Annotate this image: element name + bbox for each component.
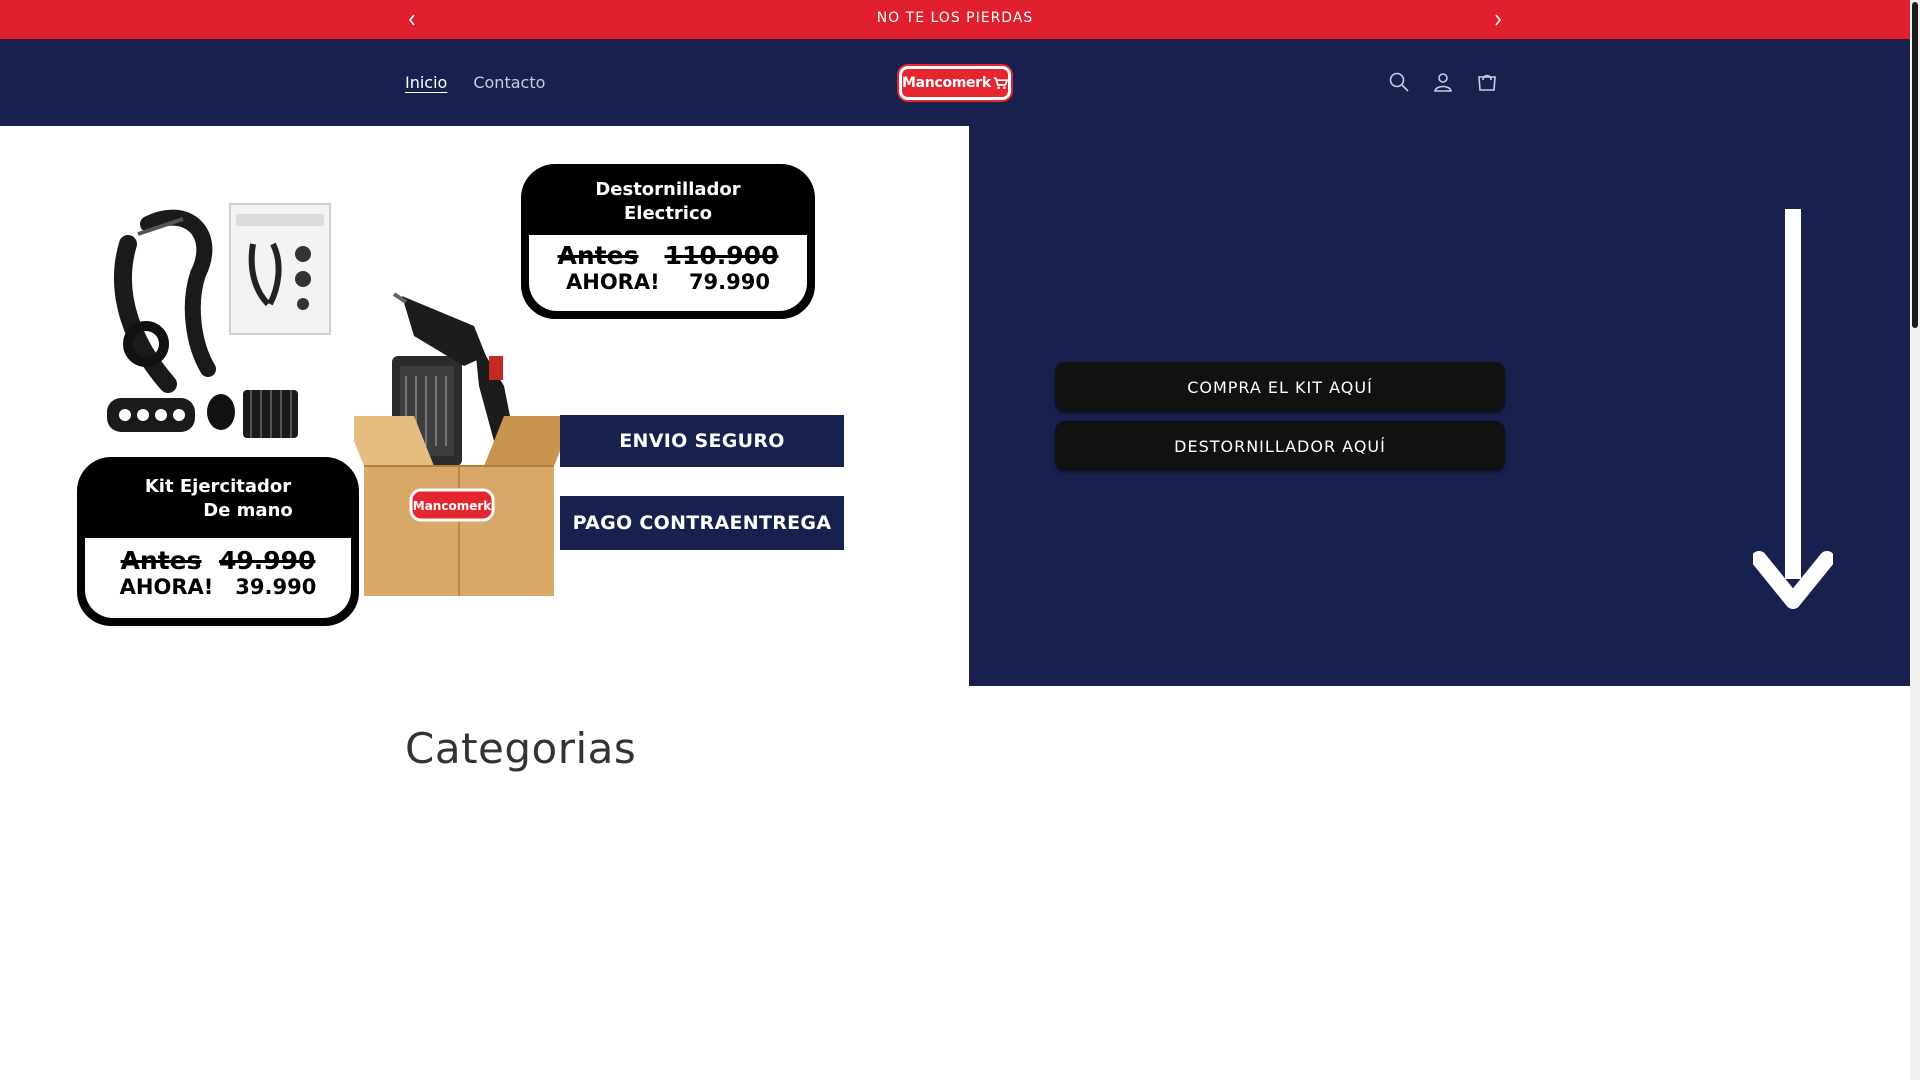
kit-now-price: 39.990: [235, 575, 317, 599]
drill-and-box-illustration: [354, 292, 564, 596]
search-button[interactable]: [1383, 66, 1415, 98]
search-icon: [1389, 72, 1409, 92]
kit-before-label: Antes: [120, 546, 202, 575]
scrollbar-thumb[interactable]: [1912, 2, 1918, 328]
drill-now-label: AHORA!: [566, 270, 660, 294]
page-scrollbar[interactable]: [1910, 0, 1920, 1080]
kit-price-card: Kit Ejercitador De mano Antes 49.990 AHO…: [77, 457, 359, 626]
kit-now-label: AHORA!: [119, 575, 214, 599]
cart-button[interactable]: [1471, 66, 1503, 98]
arrow-down-icon: [1753, 209, 1833, 609]
buy-drill-button[interactable]: DESTORNILLADOR AQUÍ: [1055, 421, 1505, 471]
header-icons: [1383, 66, 1503, 98]
hand-grip-kit-illustration: [113, 203, 331, 393]
shipping-banner: ENVIO SEGURO: [560, 415, 844, 467]
nav-link-contacto[interactable]: Contacto: [473, 73, 545, 92]
site-logo[interactable]: Mancomerk: [899, 66, 1011, 100]
account-button[interactable]: [1427, 66, 1459, 98]
cart-icon: [1478, 74, 1496, 91]
nav-link-inicio[interactable]: Inicio: [405, 73, 447, 92]
payment-banner: PAGO CONTRAENTREGA: [560, 496, 844, 550]
kit-before-price: 49.990: [218, 546, 316, 575]
kit-title-line1: Kit Ejercitador: [144, 476, 292, 497]
finger-trainer-illustration: [107, 390, 298, 438]
account-icon: [1434, 73, 1452, 92]
logo-text: Mancomerk: [902, 75, 991, 91]
page: NO TE LOS PIERDAS Inicio Contacto Mancom…: [0, 0, 1920, 1080]
box-logo-text: Mancomerk: [412, 499, 492, 513]
categories-heading: Categorias: [405, 724, 637, 773]
drill-before-label: Antes: [557, 241, 639, 270]
site-header: Inicio Contacto Mancomerk: [0, 39, 1910, 126]
main-nav: Inicio Contacto: [405, 39, 545, 126]
buy-kit-button[interactable]: COMPRA EL KIT AQUÍ: [1055, 362, 1505, 412]
drill-before-price: 110.900: [664, 241, 779, 270]
chevron-right-icon: [1495, 14, 1502, 26]
hero-banner: Kit Ejercitador De mano Antes 49.990 AHO…: [0, 126, 1910, 686]
announcement-next-button[interactable]: [1486, 8, 1510, 32]
kit-title-line2: De mano: [203, 500, 293, 521]
drill-price-card: Destornillador Electrico Antes 110.900 A…: [521, 164, 815, 319]
drill-title-line2: Electrico: [623, 203, 713, 224]
drill-now-price: 79.990: [688, 270, 770, 294]
announcement-bar: NO TE LOS PIERDAS: [0, 0, 1910, 39]
drill-title-line1: Destornillador: [595, 179, 741, 200]
hero-promo-image[interactable]: Kit Ejercitador De mano Antes 49.990 AHO…: [0, 126, 969, 686]
announcement-message: NO TE LOS PIERDAS: [876, 10, 1034, 26]
logo-cart-icon: [993, 77, 1008, 90]
